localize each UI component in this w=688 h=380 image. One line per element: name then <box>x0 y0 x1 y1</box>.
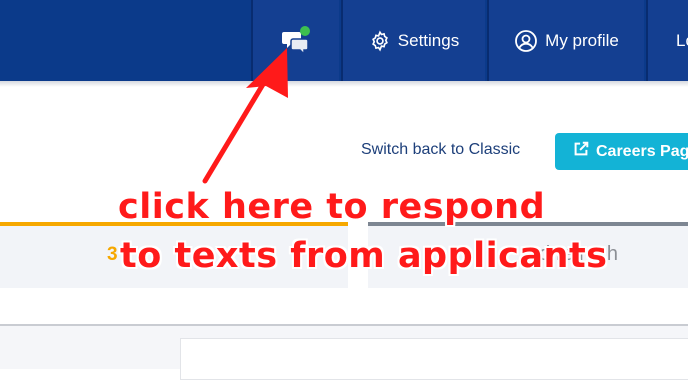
annotation-line-2: to texts from applicants <box>120 236 608 276</box>
annotation-line-1: click here to respond <box>118 187 546 227</box>
annotation-arrow <box>202 48 288 184</box>
